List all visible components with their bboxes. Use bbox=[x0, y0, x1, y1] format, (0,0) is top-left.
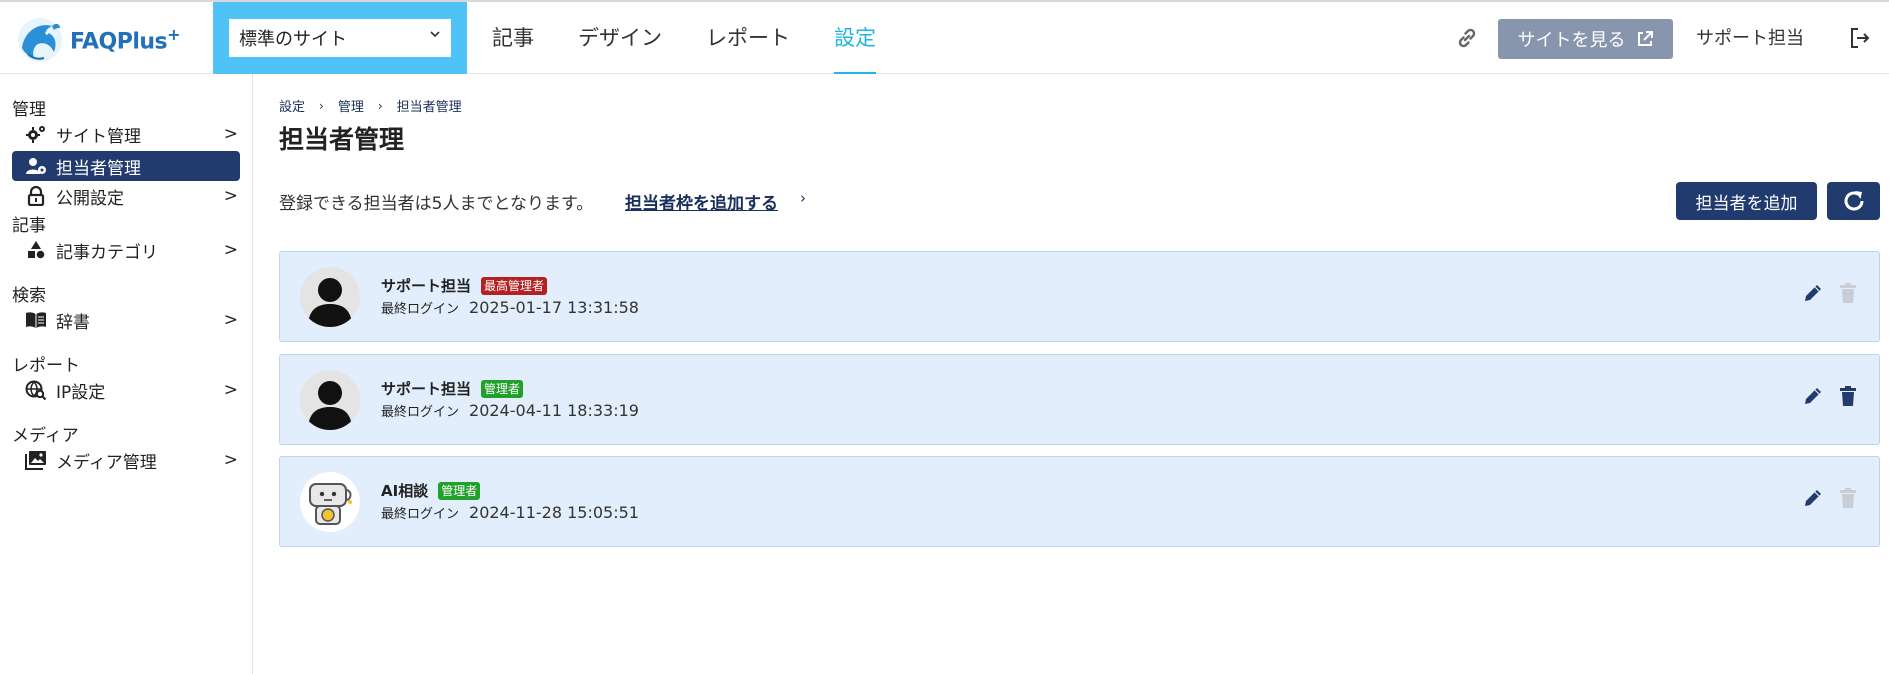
sidebar-item-label: メディア管理 bbox=[56, 452, 157, 473]
chevron-right-icon: > bbox=[223, 240, 238, 260]
breadcrumb-settings[interactable]: 設定 bbox=[279, 96, 305, 115]
chevron-right-icon: › bbox=[800, 189, 806, 207]
sidebar-group-search: 検索 bbox=[12, 286, 46, 306]
trash-icon bbox=[1838, 282, 1858, 304]
staff-name-row: サポート担当 最高管理者 bbox=[381, 275, 548, 296]
sidebar-item-media-management[interactable]: メディア管理 > bbox=[12, 445, 240, 475]
nav-report[interactable]: レポート bbox=[684, 2, 812, 74]
staff-card: AI相談 管理者 最終ログイン 2024-11-28 15:05:51 bbox=[279, 456, 1880, 547]
sidebar-item-dictionary[interactable]: 辞書 > bbox=[12, 305, 240, 335]
avatar bbox=[300, 370, 360, 430]
staff-name: サポート担当 bbox=[381, 380, 472, 398]
staff-card: サポート担当 管理者 最終ログイン 2024-04-11 18:33:19 bbox=[279, 354, 1880, 445]
sidebar-item-label: 記事カテゴリ bbox=[56, 242, 158, 263]
site-select-container: 標準のサイト bbox=[213, 2, 467, 74]
role-badge: 最高管理者 bbox=[481, 276, 548, 295]
chevron-right-icon: > bbox=[223, 380, 238, 400]
staff-card: サポート担当 最高管理者 最終ログイン 2025-01-17 13:31:58 bbox=[279, 251, 1880, 342]
chevron-right-icon: › bbox=[319, 98, 324, 113]
dolphin-logo-icon bbox=[18, 18, 62, 62]
nav-design[interactable]: デザイン bbox=[556, 2, 684, 74]
sidebar-item-article-category[interactable]: 記事カテゴリ > bbox=[12, 235, 240, 265]
shapes-icon bbox=[24, 239, 48, 261]
edit-icon[interactable] bbox=[1802, 282, 1824, 304]
role-badge: 管理者 bbox=[438, 481, 481, 500]
breadcrumb-manage[interactable]: 管理 bbox=[338, 96, 364, 115]
sidebar-item-label: IP設定 bbox=[56, 382, 106, 403]
role-badge: 管理者 bbox=[481, 379, 524, 398]
breadcrumb: 設定 › 管理 › 担当者管理 bbox=[279, 96, 462, 116]
sidebar-group-articles: 記事 bbox=[12, 216, 46, 236]
last-login-label: 最終ログイン bbox=[381, 405, 460, 420]
site-select[interactable]: 標準のサイト bbox=[229, 19, 451, 57]
last-login-label: 最終ログイン bbox=[381, 302, 460, 317]
logout-icon[interactable] bbox=[1846, 24, 1874, 52]
staff-name-row: AI相談 管理者 bbox=[381, 480, 481, 501]
chevron-right-icon: > bbox=[223, 310, 238, 330]
refresh-button[interactable] bbox=[1827, 182, 1880, 220]
avatar bbox=[300, 267, 360, 327]
view-site-label: サイトを見る bbox=[1517, 30, 1626, 51]
link-icon[interactable] bbox=[1453, 24, 1481, 52]
sidebar-item-publish-settings[interactable]: 公開設定 > bbox=[12, 181, 240, 211]
logo[interactable]: FAQPlus+ bbox=[14, 12, 194, 68]
last-login-row: 最終ログイン 2025-01-17 13:31:58 bbox=[381, 298, 639, 317]
staff-name-row: サポート担当 管理者 bbox=[381, 378, 524, 399]
last-login-datetime: 2024-11-28 15:05:51 bbox=[469, 503, 639, 522]
top-header: FAQPlus+ 標準のサイト 記事 デザイン レポート 設定 サイトを見る サ… bbox=[0, 0, 1889, 74]
view-site-button[interactable]: サイトを見る bbox=[1498, 19, 1673, 59]
globe-search-icon bbox=[24, 379, 48, 401]
app-root: FAQPlus+ 標準のサイト 記事 デザイン レポート 設定 サイトを見る サ… bbox=[0, 0, 1889, 674]
staff-name: サポート担当 bbox=[381, 277, 472, 295]
edit-icon[interactable] bbox=[1802, 385, 1824, 407]
add-staff-button[interactable]: 担当者を追加 bbox=[1676, 182, 1817, 220]
sidebar-item-label: 公開設定 bbox=[56, 188, 124, 209]
trash-icon bbox=[1838, 487, 1858, 509]
external-link-icon bbox=[1637, 31, 1653, 46]
sidebar: 管理 サイト管理 > 担当者管理 公開設定 > 記事 記事カテゴリ > 検索 辞… bbox=[0, 74, 253, 674]
staff-name: AI相談 bbox=[381, 482, 429, 500]
avatar bbox=[300, 472, 360, 532]
site-select-value: 標準のサイト bbox=[239, 29, 347, 50]
chevron-right-icon: > bbox=[223, 124, 238, 144]
sidebar-group-media: メディア bbox=[12, 426, 79, 446]
robot-icon bbox=[309, 483, 352, 525]
sidebar-item-staff-management[interactable]: 担当者管理 bbox=[12, 151, 240, 181]
chevron-right-icon: > bbox=[223, 186, 238, 206]
refresh-icon bbox=[1844, 191, 1863, 211]
main-nav: 記事 デザイン レポート 設定 bbox=[470, 2, 898, 74]
images-icon bbox=[24, 449, 48, 471]
last-login-datetime: 2024-04-11 18:33:19 bbox=[469, 401, 639, 420]
user-gear-icon bbox=[24, 155, 48, 177]
sidebar-item-label: サイト管理 bbox=[56, 126, 141, 147]
staff-limit-info: 登録できる担当者は5人までとなります。 bbox=[279, 194, 594, 214]
edit-icon[interactable] bbox=[1802, 487, 1824, 509]
chevron-right-icon: > bbox=[223, 450, 238, 470]
sidebar-item-label: 担当者管理 bbox=[56, 158, 141, 179]
person-silhouette-icon bbox=[308, 278, 352, 327]
add-staff-slot-link[interactable]: 担当者枠を追加する bbox=[625, 189, 778, 214]
sidebar-item-label: 辞書 bbox=[56, 312, 90, 333]
trash-icon[interactable] bbox=[1838, 385, 1858, 407]
current-user-name[interactable]: サポート担当 bbox=[1696, 24, 1804, 50]
breadcrumb-current: 担当者管理 bbox=[396, 100, 462, 115]
chevron-down-icon bbox=[429, 28, 441, 44]
book-icon bbox=[24, 309, 48, 331]
lock-icon bbox=[24, 185, 48, 207]
last-login-label: 最終ログイン bbox=[381, 507, 460, 522]
sidebar-item-site-management[interactable]: サイト管理 > bbox=[12, 119, 240, 149]
person-silhouette-icon bbox=[308, 381, 352, 430]
nav-articles[interactable]: 記事 bbox=[470, 2, 556, 74]
last-login-row: 最終ログイン 2024-11-28 15:05:51 bbox=[381, 503, 639, 522]
sidebar-item-ip-settings[interactable]: IP設定 > bbox=[12, 375, 240, 405]
logo-text: FAQPlus+ bbox=[70, 25, 181, 55]
last-login-row: 最終ログイン 2024-04-11 18:33:19 bbox=[381, 401, 639, 420]
nav-settings[interactable]: 設定 bbox=[812, 2, 898, 74]
page-title: 担当者管理 bbox=[279, 125, 405, 154]
sidebar-group-manage: 管理 bbox=[12, 100, 46, 120]
last-login-datetime: 2025-01-17 13:31:58 bbox=[469, 298, 639, 317]
chevron-right-icon: › bbox=[377, 98, 383, 113]
gears-icon bbox=[24, 123, 48, 145]
sidebar-group-report: レポート bbox=[12, 356, 80, 376]
